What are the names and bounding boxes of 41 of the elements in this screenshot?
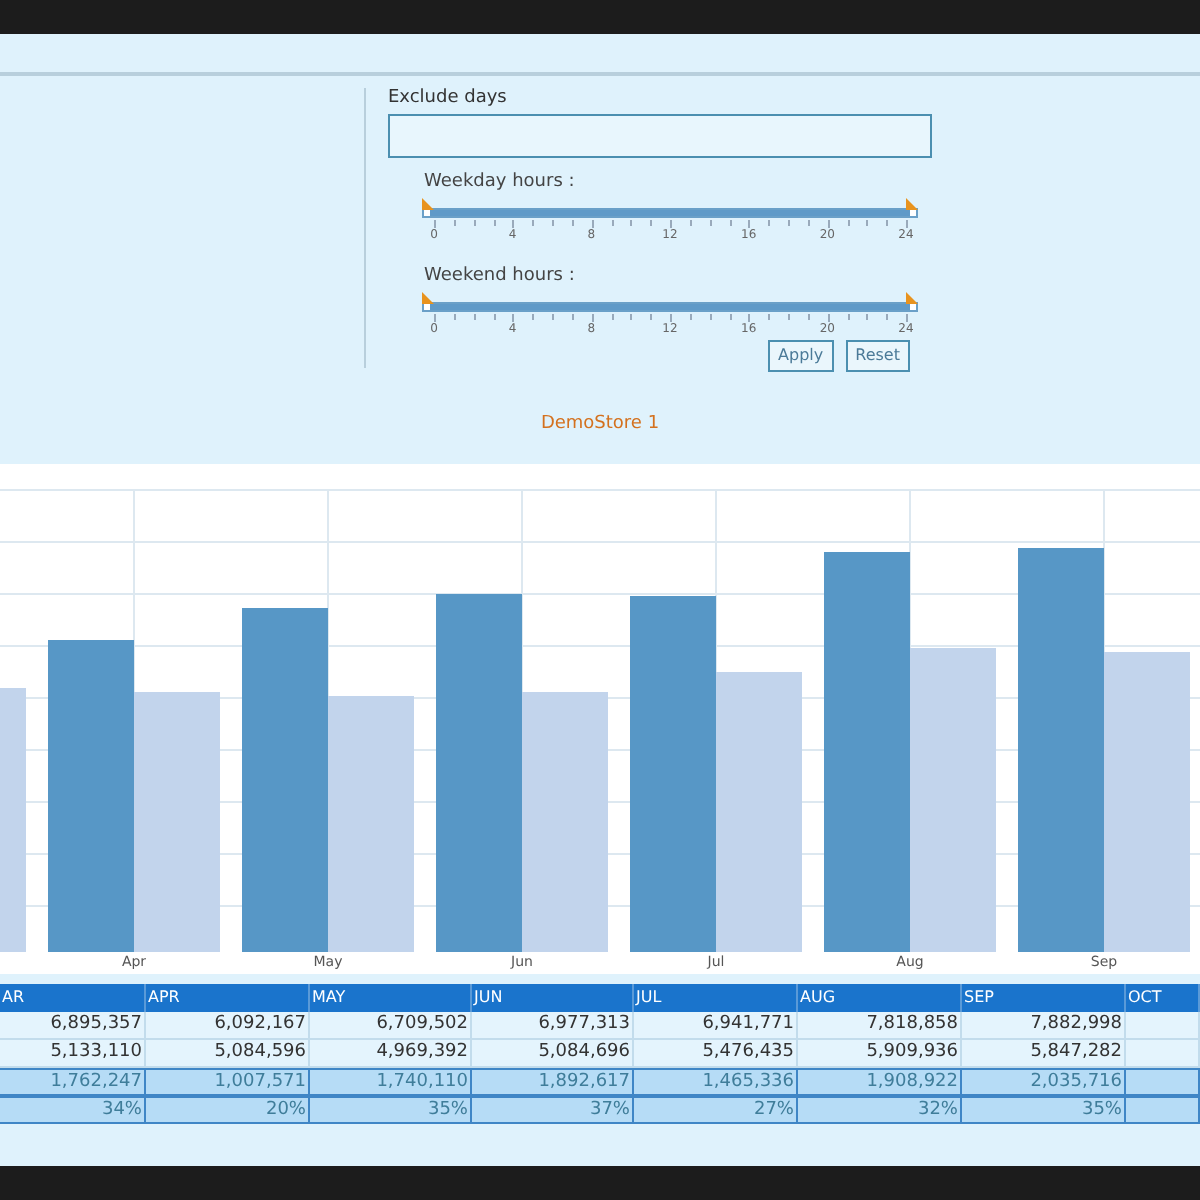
- field-label: Exclude days: [388, 88, 509, 110]
- table-cell: 1,465,336: [634, 1070, 798, 1094]
- table-cell: 5,084,596: [146, 1040, 310, 1066]
- table-cell: 1,740,110: [310, 1070, 472, 1094]
- range-slider[interactable]: [422, 292, 918, 312]
- slider-handle[interactable]: [422, 198, 434, 210]
- table-cell: 6,092,167: [146, 1012, 310, 1038]
- table-cell: 7,818,858: [798, 1012, 962, 1038]
- chart-title: DemoStore 1: [540, 411, 660, 438]
- table-cell: 35%: [962, 1098, 1126, 1122]
- table-cell: 1,007,571: [146, 1070, 310, 1094]
- table-cell: 5,909,936: [798, 1040, 962, 1066]
- table-cell: 1,892,617: [472, 1070, 634, 1094]
- table-cell: 27%: [634, 1098, 798, 1122]
- table-cell: 34%: [0, 1098, 146, 1122]
- table-cell: 6,941,771: [634, 1012, 798, 1038]
- table-cell: 2,035,716: [962, 1070, 1126, 1094]
- slider-label: Weekday hours :: [424, 170, 577, 194]
- slider-label: Weekend hours :: [424, 264, 577, 288]
- table-cell: 20%: [146, 1098, 310, 1122]
- table-cell: 35%: [310, 1098, 472, 1122]
- table-cell: 6,895,357: [0, 1012, 146, 1038]
- exclude-days-field[interactable]: [388, 114, 932, 158]
- table-cell: 7,882,998: [962, 1012, 1126, 1038]
- table-cell: 37%: [472, 1098, 634, 1122]
- slider-handle[interactable]: [422, 292, 434, 304]
- table-cell: 32%: [798, 1098, 962, 1122]
- table-cell: 5,476,435: [634, 1040, 798, 1066]
- table-cell: 1,908,922: [798, 1070, 962, 1094]
- table-cell: 1,762,247: [0, 1070, 146, 1094]
- action-button[interactable]: Apply: [768, 340, 834, 372]
- slider-handle[interactable]: [906, 198, 918, 210]
- action-button[interactable]: Reset: [845, 340, 910, 372]
- range-slider[interactable]: [422, 198, 918, 218]
- table-cell: 5,133,110: [0, 1040, 146, 1066]
- table-cell: 6,977,313: [472, 1012, 634, 1038]
- table-cell: 4,969,392: [310, 1040, 472, 1066]
- table-cell: 5,847,282: [962, 1040, 1126, 1066]
- slider-handle[interactable]: [906, 292, 918, 304]
- table-cell: 5,084,696: [472, 1040, 634, 1066]
- table-cell: 6,709,502: [310, 1012, 472, 1038]
